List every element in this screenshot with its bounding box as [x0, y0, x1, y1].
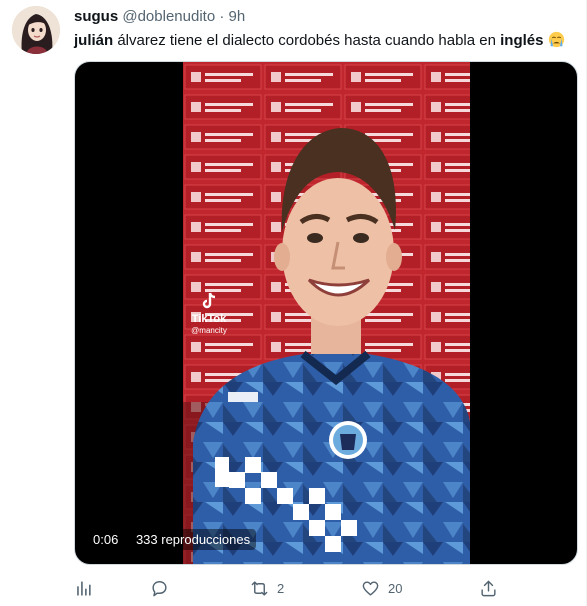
- tweet-text-bold-2: inglés: [500, 32, 544, 49]
- display-name[interactable]: sugus: [74, 8, 118, 25]
- action-bar: 2 20: [74, 574, 578, 602]
- user-handle[interactable]: @doblenudito: [122, 8, 215, 25]
- tiktok-icon: [202, 292, 216, 309]
- analytics-button[interactable]: [74, 574, 93, 602]
- reply-icon: [152, 580, 167, 596]
- like-count: 20: [388, 580, 403, 596]
- video-views: 333 reproducciones: [135, 532, 251, 547]
- tweet-timestamp[interactable]: 9h: [229, 8, 246, 25]
- avatar[interactable]: [12, 6, 60, 54]
- retweet-count: 2: [277, 580, 285, 596]
- crying-face-emoji: [548, 31, 565, 48]
- retweet-button[interactable]: 2: [250, 574, 284, 602]
- retweet-icon: [251, 580, 268, 596]
- tweet-text-plain: álvarez tiene el dialecto cordobés hasta…: [113, 32, 501, 49]
- video-time: 0:06: [93, 532, 119, 547]
- video-info-overlay: 0:06 333 reproducciones: [87, 529, 257, 550]
- header-separator: ·: [219, 8, 225, 25]
- tiktok-handle: @mancity: [191, 326, 227, 335]
- like-button[interactable]: 20: [361, 574, 402, 602]
- reply-button[interactable]: [150, 574, 177, 602]
- tiktok-label: TikTok: [191, 313, 227, 325]
- tweet-text-bold-1: julián: [74, 32, 114, 49]
- share-icon: [481, 580, 496, 596]
- tiktok-watermark: TikTok @mancity: [187, 292, 231, 337]
- like-icon: [362, 580, 379, 596]
- video-frame[interactable]: TikTok @mancity: [183, 62, 470, 564]
- share-button[interactable]: [479, 574, 498, 602]
- tweet-header: sugus @doblenudito · 9h: [74, 8, 245, 25]
- video-player[interactable]: TikTok @mancity 0:06 333 reproducciones: [74, 61, 578, 565]
- tweet-text: julián álvarez tiene el dialecto cordobé…: [74, 31, 565, 49]
- analytics-icon: [77, 580, 91, 596]
- tweet[interactable]: sugus @doblenudito · 9h julián álvarez t…: [0, 0, 587, 606]
